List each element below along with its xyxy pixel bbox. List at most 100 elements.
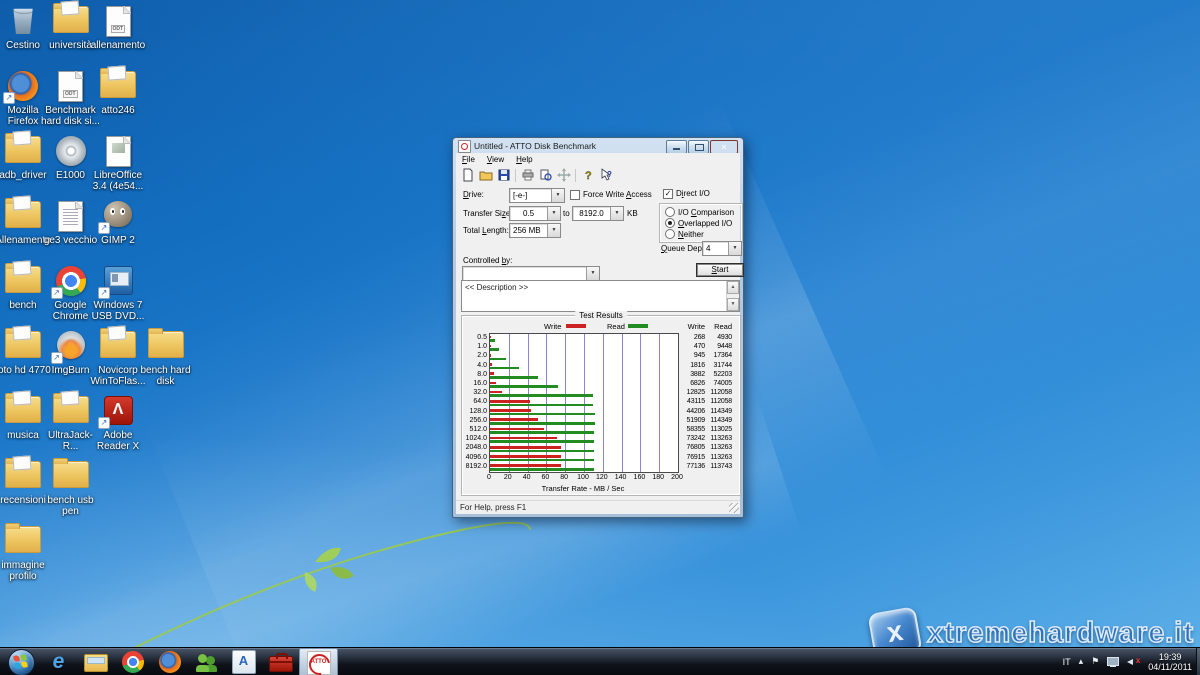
neither-radio[interactable]: Neither	[665, 229, 704, 239]
transfer-size-label: Transfer Size:	[463, 209, 513, 218]
volume-muted-icon[interactable]: x	[1127, 656, 1140, 667]
new-file-button[interactable]	[459, 168, 476, 183]
read-bar-256.0	[490, 422, 595, 425]
svg-text:?: ?	[607, 170, 612, 179]
menu-help[interactable]: Help	[510, 155, 538, 164]
y-tick-label: 32.0	[462, 388, 487, 397]
y-tick-label: 8192.0	[462, 462, 487, 471]
print-button[interactable]	[519, 168, 536, 183]
chevron-down-icon[interactable]: ▼	[547, 224, 560, 237]
controlled-by-combo[interactable]: ▼	[462, 266, 600, 281]
chevron-down-icon[interactable]: ▼	[586, 267, 599, 280]
open-file-button[interactable]	[477, 168, 494, 183]
desktop-icon-immagine-profilo[interactable]: immagine profilo	[0, 526, 53, 582]
resize-grip[interactable]	[729, 503, 739, 513]
write-bar-64.0	[490, 400, 530, 403]
x-tick-label: 200	[667, 474, 687, 481]
write-value: 76805	[675, 443, 705, 452]
taskbar-button-messenger[interactable]	[188, 648, 225, 675]
context-help-button[interactable]: ?	[597, 168, 614, 183]
taskbar-clock[interactable]: 19:39 04/11/2011	[1148, 652, 1196, 672]
desktop-icon-atto246[interactable]: atto246	[88, 71, 148, 116]
read-bar-4096.0	[490, 459, 594, 462]
read-value: 114349	[702, 416, 732, 425]
desktop-icons: CestinouniversitàODTallenamento↗Mozilla …	[0, 0, 260, 648]
taskbar-button-toolbox[interactable]	[262, 648, 299, 675]
folder-docs-icon	[100, 71, 136, 98]
chevron-down-icon[interactable]: ▼	[551, 189, 564, 202]
desktop-icon-bench-usb-pen[interactable]: bench usb pen	[41, 461, 101, 517]
taskbar-button-firefox[interactable]	[151, 648, 188, 675]
read-value: 74005	[702, 379, 732, 388]
desktop-icon-libreoffice-3-4-4e54[interactable]: LibreOffice 3.4 (4e54...	[88, 136, 148, 192]
transfer-size-from-combo[interactable]: 0.5▼	[509, 206, 561, 221]
x-tick-label: 0	[479, 474, 499, 481]
scroll-down-icon[interactable]: ▼	[727, 298, 739, 311]
overlapped-io-radio[interactable]: Overlapped I/O	[665, 218, 732, 228]
help-button[interactable]: ?	[579, 168, 596, 183]
taskbar-button-google-chrome[interactable]	[114, 648, 151, 675]
read-value: 113263	[702, 434, 732, 443]
chevron-down-icon[interactable]: ▼	[728, 242, 741, 255]
io-comparison-radio[interactable]: I/O Comparison	[665, 207, 734, 217]
desktop-icon-gimp-2[interactable]: ↗GIMP 2	[88, 201, 148, 246]
folder-docs-icon	[5, 331, 41, 358]
menu-file[interactable]: File	[456, 155, 481, 164]
read-value: 4930	[702, 333, 732, 342]
show-desktop-button[interactable]	[1196, 648, 1200, 675]
direct-io-checkbox[interactable]: ✓ Direct I/O	[663, 189, 710, 199]
messenger-icon	[196, 651, 218, 673]
taskbar-button-internet-explorer[interactable]	[40, 648, 77, 675]
taskbar-button-windows-explorer[interactable]	[77, 648, 114, 675]
desktop-icon-adobe-reader-x[interactable]: ↗Adobe Reader X	[88, 396, 148, 452]
desktop-icon-label: bench hard disk	[136, 365, 196, 387]
taskbar-button-writer[interactable]	[225, 648, 262, 675]
folder-docs-icon	[5, 201, 41, 228]
description-box[interactable]: << Description >> ▲ ▼	[461, 280, 740, 312]
total-length-label: Total Length:	[463, 226, 509, 235]
folder-docs-icon	[5, 266, 41, 293]
show-hidden-icons-icon[interactable]: ▴	[1079, 656, 1084, 667]
chevron-down-icon[interactable]: ▼	[610, 207, 623, 220]
start-button[interactable]	[8, 649, 35, 675]
action-center-flag-icon[interactable]: ⚑	[1091, 656, 1099, 667]
desktop-icon-bench-hard-disk[interactable]: bench hard disk	[136, 331, 196, 387]
menu-view[interactable]: View	[481, 155, 510, 164]
taskbar-button-atto[interactable]: ATTO	[299, 648, 338, 675]
move-button[interactable]	[555, 168, 572, 183]
toolbar: ? ?	[456, 166, 740, 185]
title-bar[interactable]: Untitled - ATTO Disk Benchmark ×	[453, 138, 743, 153]
scroll-up-icon[interactable]: ▲	[727, 281, 739, 294]
checkbox-box-checked[interactable]: ✓	[663, 189, 673, 199]
desktop-icon-windows-7-usb-dvd[interactable]: ↗Windows 7 USB DVD...	[88, 266, 148, 322]
menu-bar: FileViewHelp	[456, 153, 740, 167]
chart-x-axis-title: Transfer Rate - MB / Sec	[489, 484, 677, 493]
transfer-size-to-combo[interactable]: 8192.0▼	[572, 206, 624, 221]
total-length-combo[interactable]: 256 MB▼	[509, 223, 561, 238]
minimize-button[interactable]	[666, 140, 687, 154]
language-indicator[interactable]: IT	[1063, 657, 1071, 667]
read-bar-32.0	[490, 394, 593, 397]
print-preview-button[interactable]	[537, 168, 554, 183]
watermark-text: xtremehardware.it	[927, 617, 1194, 650]
write-bar-32.0	[490, 391, 502, 394]
folder-docs-icon	[53, 396, 89, 423]
desktop-icon-allenamento[interactable]: ODTallenamento	[88, 6, 148, 51]
clock-date: 04/11/2011	[1148, 662, 1192, 672]
queue-depth-combo[interactable]: 4▼	[702, 241, 742, 256]
close-button[interactable]: ×	[710, 140, 738, 154]
read-value: 113263	[702, 443, 732, 452]
force-write-access-checkbox[interactable]: Force Write Access	[570, 190, 652, 200]
read-value: 113743	[702, 462, 732, 471]
description-scrollbar[interactable]: ▲ ▼	[726, 281, 739, 311]
save-button[interactable]	[495, 168, 512, 183]
maximize-button[interactable]	[688, 140, 709, 154]
write-value: 44206	[675, 407, 705, 416]
shortcut-arrow-icon: ↗	[98, 222, 110, 234]
start-button[interactable]: Start	[696, 263, 744, 277]
checkbox-box[interactable]	[570, 190, 580, 200]
drive-combo[interactable]: [-e-]▼	[509, 188, 565, 203]
network-icon[interactable]	[1107, 657, 1119, 667]
system-tray: IT ▴ ⚑ x 19:39 04/11/2011	[1063, 648, 1196, 675]
chevron-down-icon[interactable]: ▼	[547, 207, 560, 220]
